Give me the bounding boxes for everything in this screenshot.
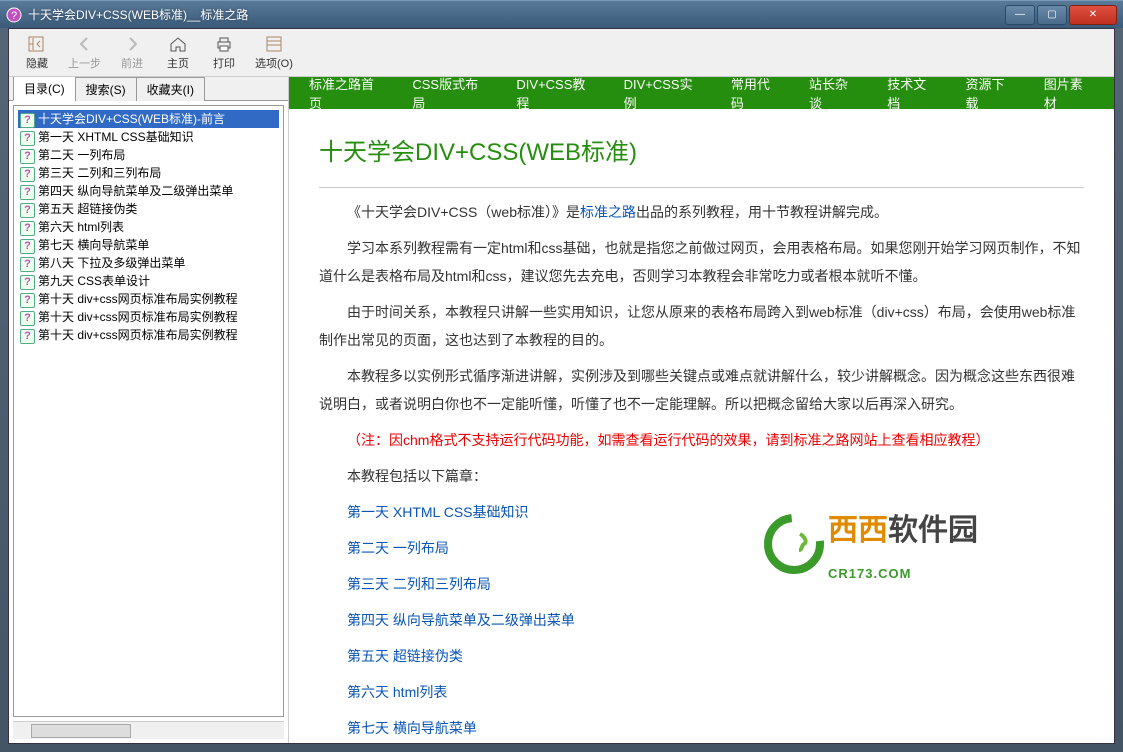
help-page-icon: ?: [20, 201, 36, 217]
tree-item[interactable]: ?第二天 一列布局: [18, 146, 279, 164]
tree-hscrollbar[interactable]: [13, 721, 284, 739]
logo-mark-icon: [764, 514, 824, 574]
minimize-button[interactable]: —: [1005, 5, 1035, 25]
chapter-link[interactable]: 第五天 超链接伪类: [347, 642, 1084, 670]
scrollbar-thumb[interactable]: [31, 724, 131, 738]
tree-item[interactable]: ?第十天 div+css网页标准布局实例教程: [18, 290, 279, 308]
tree-item[interactable]: ?第十天 div+css网页标准布局实例教程: [18, 308, 279, 326]
paragraph: 本教程多以实例形式循序渐进讲解，实例涉及到哪些关键点或难点就讲解什么，较少讲解概…: [319, 362, 1084, 418]
close-button[interactable]: ✕: [1069, 5, 1117, 25]
nav-link[interactable]: CSS版式布局: [412, 77, 488, 112]
paragraph: 学习本系列教程需有一定html和css基础，也就是指您之前做过网页，会用表格布局…: [319, 234, 1084, 290]
options-icon: [264, 34, 284, 54]
help-page-icon: ?: [20, 273, 36, 289]
nav-tabs: 目录(C) 搜索(S) 收藏夹(I): [9, 77, 288, 101]
app-icon: ?: [6, 7, 22, 23]
print-button[interactable]: 打印: [202, 32, 246, 74]
help-page-icon: ?: [20, 255, 36, 271]
navigation-pane: 目录(C) 搜索(S) 收藏夹(I) ?十天学会DIV+CSS(WEB标准)-前…: [9, 77, 289, 743]
options-button[interactable]: 选项(O): [248, 32, 300, 74]
help-page-icon: ?: [20, 219, 36, 235]
help-page-icon: ?: [20, 183, 36, 199]
print-icon: [214, 34, 234, 54]
hide-icon: [27, 34, 47, 54]
page-title: 十天学会DIV+CSS(WEB标准): [319, 129, 1084, 188]
help-page-icon: ?: [20, 111, 36, 127]
client-area: 隐藏 上一步 前进 主页 打印 选项(O): [8, 28, 1115, 744]
hide-button[interactable]: 隐藏: [15, 32, 59, 74]
chapter-link[interactable]: 第七天 横向导航菜单: [347, 714, 1084, 742]
tab-contents[interactable]: 目录(C): [13, 77, 76, 101]
help-page-icon: ?: [20, 309, 36, 325]
app-window: ? 十天学会DIV+CSS(WEB标准)__标准之路 — ▢ ✕ 隐藏 上一步 …: [0, 0, 1123, 752]
help-page-icon: ?: [20, 129, 36, 145]
tab-favorites[interactable]: 收藏夹(I): [136, 77, 205, 101]
nav-link[interactable]: 图片素材: [1044, 77, 1094, 112]
help-page-icon: ?: [20, 291, 36, 307]
window-title: 十天学会DIV+CSS(WEB标准)__标准之路: [28, 6, 1003, 23]
tree-item[interactable]: ?第十天 div+css网页标准布局实例教程: [18, 326, 279, 344]
paragraph: 《十天学会DIV+CSS（web标准）》是标准之路出品的系列教程，用十节教程讲解…: [319, 198, 1084, 226]
contents-tree[interactable]: ?十天学会DIV+CSS(WEB标准)-前言 ?第一天 XHTML CSS基础知…: [13, 105, 284, 717]
titlebar[interactable]: ? 十天学会DIV+CSS(WEB标准)__标准之路 — ▢ ✕: [0, 0, 1123, 28]
home-icon: [168, 34, 188, 54]
svg-text:?: ?: [11, 10, 17, 22]
back-icon: [75, 34, 95, 54]
tree-item[interactable]: ?第三天 二列和三列布局: [18, 164, 279, 182]
article-body: 十天学会DIV+CSS(WEB标准) 《十天学会DIV+CSS（web标准）》是…: [289, 109, 1114, 743]
help-page-icon: ?: [20, 237, 36, 253]
note-text: （注：因chm格式不支持运行代码功能，如需查看运行代码的效果，请到标准之路网站上…: [319, 426, 1084, 454]
chapter-link[interactable]: 第六天 html列表: [347, 678, 1084, 706]
site-nav: 标准之路首页 CSS版式布局 DIV+CSS教程 DIV+CSS实例 常用代码 …: [289, 77, 1114, 109]
inline-link[interactable]: 标准之路: [580, 204, 636, 220]
watermark-logo: 西西软件园 CR173.COM: [764, 504, 1084, 584]
help-page-icon: ?: [20, 147, 36, 163]
split-container: 目录(C) 搜索(S) 收藏夹(I) ?十天学会DIV+CSS(WEB标准)-前…: [9, 77, 1114, 743]
nav-link[interactable]: 常用代码: [731, 77, 781, 112]
forward-button[interactable]: 前进: [110, 32, 154, 74]
nav-link[interactable]: 资源下载: [966, 77, 1016, 112]
paragraph: 由于时间关系，本教程只讲解一些实用知识，让您从原来的表格布局跨入到web标准（d…: [319, 298, 1084, 354]
help-page-icon: ?: [20, 327, 36, 343]
chapters-intro: 本教程包括以下篇章：: [319, 462, 1084, 490]
forward-icon: [122, 34, 142, 54]
tree-item[interactable]: ?第八天 下拉及多级弹出菜单: [18, 254, 279, 272]
tab-search[interactable]: 搜索(S): [75, 77, 137, 101]
toolbar: 隐藏 上一步 前进 主页 打印 选项(O): [9, 29, 1114, 77]
tree-item[interactable]: ?第五天 超链接伪类: [18, 200, 279, 218]
tree-item[interactable]: ?第一天 XHTML CSS基础知识: [18, 128, 279, 146]
back-button[interactable]: 上一步: [61, 32, 108, 74]
content-pane: 标准之路首页 CSS版式布局 DIV+CSS教程 DIV+CSS实例 常用代码 …: [289, 77, 1114, 743]
home-button[interactable]: 主页: [156, 32, 200, 74]
nav-link[interactable]: 站长杂谈: [809, 77, 859, 112]
nav-link[interactable]: 技术文档: [887, 77, 937, 112]
nav-link[interactable]: DIV+CSS实例: [624, 77, 703, 112]
tree-item[interactable]: ?第四天 纵向导航菜单及二级弹出菜单: [18, 182, 279, 200]
tree-item[interactable]: ?第九天 CSS表单设计: [18, 272, 279, 290]
tree-item[interactable]: ?第六天 html列表: [18, 218, 279, 236]
content-scroll[interactable]: 标准之路首页 CSS版式布局 DIV+CSS教程 DIV+CSS实例 常用代码 …: [289, 77, 1114, 743]
tree-item[interactable]: ?十天学会DIV+CSS(WEB标准)-前言: [18, 110, 279, 128]
nav-link[interactable]: DIV+CSS教程: [516, 77, 595, 112]
window-controls: — ▢ ✕: [1003, 5, 1117, 25]
help-page-icon: ?: [20, 165, 36, 181]
maximize-button[interactable]: ▢: [1037, 5, 1067, 25]
tree-item[interactable]: ?第七天 横向导航菜单: [18, 236, 279, 254]
chapter-link[interactable]: 第四天 纵向导航菜单及二级弹出菜单: [347, 606, 1084, 634]
nav-link[interactable]: 标准之路首页: [309, 77, 384, 112]
